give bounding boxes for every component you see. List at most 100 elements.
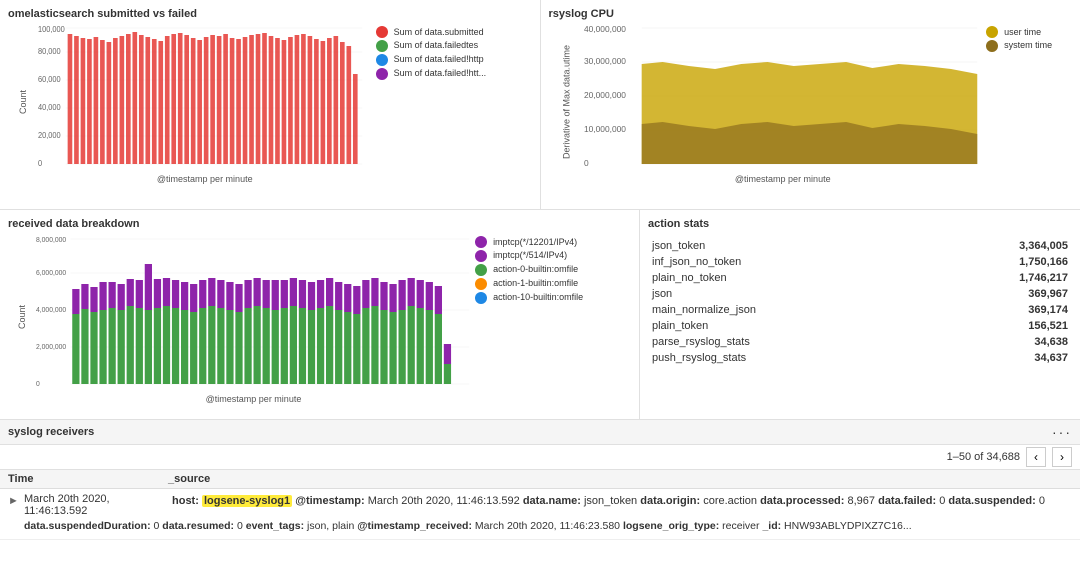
datafailed-val: 0 xyxy=(939,495,945,507)
legend-imptcp12201: imptcp(*/12201/IPv4) xyxy=(493,237,577,247)
pagination-bar: 1–50 of 34,688 ‹ › xyxy=(0,445,1080,470)
datasuspended-label: data.suspended: xyxy=(948,495,1038,507)
syslog-title: syslog receivers xyxy=(8,426,94,438)
stats-table: json_token3,364,005inf_json_no_token1,75… xyxy=(648,238,1072,366)
stats-name: push_rsyslog_stats xyxy=(648,350,929,366)
dataorigin-val: core.action xyxy=(703,495,757,507)
stats-name: main_normalize_json xyxy=(648,302,929,318)
y-axis-label-rsyslog: Derivative of Max data.utime xyxy=(549,24,584,179)
stats-value: 34,637 xyxy=(929,350,1072,366)
svg-text:6,000,000: 6,000,000 xyxy=(36,269,66,277)
eventtags-label: event_tags: xyxy=(246,520,307,532)
svg-text:40,000: 40,000 xyxy=(38,103,61,112)
host-label: host: xyxy=(172,495,202,507)
row-detail: data.suspendedDuration: 0 data.resumed: … xyxy=(8,519,1072,535)
legend-system-time: system time xyxy=(1004,40,1052,50)
svg-text:8,000,000: 8,000,000 xyxy=(36,236,66,244)
legend-failedtes: Sum of data.failedtes xyxy=(394,40,479,50)
x-axis-label-omelasticsearch: @timestamp per minute xyxy=(38,174,372,184)
top-row: omelasticsearch submitted vs failed Coun… xyxy=(0,0,1080,210)
svg-text:30,000,000: 30,000,000 xyxy=(584,57,626,66)
dataname-val: json_token xyxy=(584,495,637,507)
id-label: _id: xyxy=(762,520,784,532)
y-axis-label-received: Count xyxy=(8,234,36,399)
svg-text:4,000,000: 4,000,000 xyxy=(36,306,66,314)
y-axis-label-omelasticsearch: Count xyxy=(8,24,38,179)
panel-omelasticsearch: omelasticsearch submitted vs failed Coun… xyxy=(0,0,540,209)
datasuspended-val: 0 xyxy=(1039,495,1045,507)
dataprocessed-val: 8,967 xyxy=(848,495,876,507)
svg-text:2,000,000: 2,000,000 xyxy=(36,343,66,351)
dataorigin-label: data.origin: xyxy=(640,495,703,507)
action-stats-title: action stats xyxy=(648,218,1072,230)
legend-failedhttp: Sum of data.failed!http xyxy=(394,54,484,64)
svg-text:0: 0 xyxy=(584,159,589,168)
chart-rsyslog-svg: 0 10,000,000 20,000,000 30,000,000 40,00… xyxy=(584,24,983,169)
legend-action10: action-10-builtin:omfile xyxy=(493,292,583,302)
stats-value: 369,967 xyxy=(929,286,1072,302)
svg-text:60,000: 60,000 xyxy=(38,75,61,84)
stats-name: parse_rsyslog_stats xyxy=(648,334,929,350)
svg-text:0: 0 xyxy=(38,159,42,168)
row-source: host: logsene-syslog1 @timestamp: March … xyxy=(172,493,1072,510)
dataresumed-label: data.resumed: xyxy=(162,520,237,532)
dataprocessed-label: data.processed: xyxy=(760,495,847,507)
more-options-dots[interactable]: ··· xyxy=(1052,424,1072,440)
col-header-time: Time xyxy=(8,473,168,485)
syslog-receivers-section: syslog receivers ··· 1–50 of 34,688 ‹ › … xyxy=(0,420,1080,573)
stats-value: 1,750,166 xyxy=(929,254,1072,270)
legend-user-time: user time xyxy=(1004,27,1041,37)
svg-text:80,000: 80,000 xyxy=(38,47,61,56)
stats-row: plain_no_token1,746,217 xyxy=(648,270,1072,286)
suspendedduration-label: data.suspendedDuration: xyxy=(24,520,154,532)
timestamp-label: @timestamp: xyxy=(295,495,367,507)
next-page-button[interactable]: › xyxy=(1052,447,1072,467)
pagination-text: 1–50 of 34,688 xyxy=(947,451,1020,463)
panel-received-data: received data breakdown Count 0 2,000,00… xyxy=(0,210,640,419)
stats-row: push_rsyslog_stats34,637 xyxy=(648,350,1072,366)
panel-rsyslog-cpu: rsyslog CPU Derivative of Max data.utime… xyxy=(540,0,1080,209)
stats-name: inf_json_no_token xyxy=(648,254,929,270)
logsene-origtype-label: logsene_orig_type: xyxy=(623,520,722,532)
svg-text:10,000,000: 10,000,000 xyxy=(584,125,626,134)
stats-row: inf_json_no_token1,750,166 xyxy=(648,254,1072,270)
timestamp-val: March 20th 2020, 11:46:13.592 xyxy=(368,495,520,507)
svg-text:100,000: 100,000 xyxy=(38,25,65,34)
stats-value: 3,364,005 xyxy=(929,238,1072,254)
middle-row: received data breakdown Count 0 2,000,00… xyxy=(0,210,1080,420)
panel-omelasticsearch-title: omelasticsearch submitted vs failed xyxy=(8,8,532,20)
stats-value: 156,521 xyxy=(929,318,1072,334)
legend-omelasticsearch: Sum of data.submitted Sum of data.failed… xyxy=(372,24,532,179)
panel-received-title: received data breakdown xyxy=(8,218,631,230)
stats-value: 369,174 xyxy=(929,302,1072,318)
panel-action-stats: action stats json_token3,364,005inf_json… xyxy=(640,210,1080,419)
row-time: March 20th 2020, 11:46:13.592 xyxy=(24,493,172,517)
legend-imptcp514: imptcp(*/514/IPv4) xyxy=(493,250,567,260)
syslog-header: syslog receivers ··· xyxy=(0,420,1080,445)
x-axis-label-received: @timestamp per minute xyxy=(36,394,471,404)
legend-received: imptcp(*/12201/IPv4) imptcp(*/514/IPv4) … xyxy=(471,234,631,399)
panel-rsyslog-title: rsyslog CPU xyxy=(549,8,1073,20)
stats-name: plain_token xyxy=(648,318,929,334)
tsreceived-label: @timestamp_received: xyxy=(357,520,475,532)
stats-name: plain_no_token xyxy=(648,270,929,286)
host-value: logsene-syslog1 xyxy=(202,495,292,507)
svg-text:0: 0 xyxy=(36,380,40,388)
expand-row-icon[interactable]: ► xyxy=(8,495,20,507)
table-header: Time _source xyxy=(0,470,1080,489)
stats-row: plain_token156,521 xyxy=(648,318,1072,334)
datafailed-label: data.failed: xyxy=(878,495,939,507)
stats-row: json_token3,364,005 xyxy=(648,238,1072,254)
dashboard: omelasticsearch submitted vs failed Coun… xyxy=(0,0,1080,573)
svg-text:20,000: 20,000 xyxy=(38,131,61,140)
stats-row: json369,967 xyxy=(648,286,1072,302)
col-header-source: _source xyxy=(168,473,1072,485)
legend-action1: action-1-builtin:omfile xyxy=(493,278,578,288)
stats-name: json_token xyxy=(648,238,929,254)
stats-row: main_normalize_json369,174 xyxy=(648,302,1072,318)
chart-omelasticsearch-svg: 0 20,000 40,000 60,000 80,000 100,000 xyxy=(38,24,372,169)
table-row[interactable]: ► March 20th 2020, 11:46:13.592 host: lo… xyxy=(0,489,1080,540)
prev-page-button[interactable]: ‹ xyxy=(1026,447,1046,467)
svg-text:20,000,000: 20,000,000 xyxy=(584,91,626,100)
svg-text:40,000,000: 40,000,000 xyxy=(584,25,626,34)
